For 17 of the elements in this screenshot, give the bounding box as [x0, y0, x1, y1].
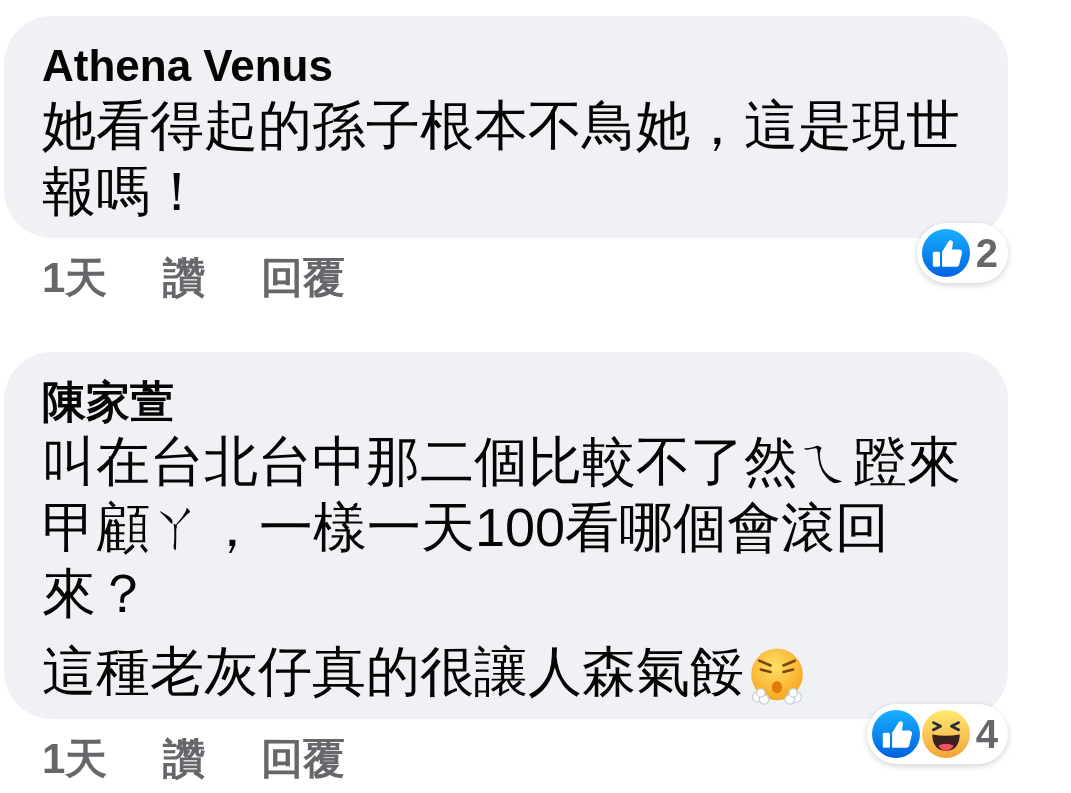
- comment-text: 叫在台北台中那二個比較不了然ㄟ蹬來甲顧ㄚ，一樣一天100看哪個會滾回來？: [42, 430, 962, 625]
- timestamp: 1天: [42, 736, 108, 781]
- laughing-face-icon: [921, 709, 970, 758]
- huffing-face-icon: [748, 646, 806, 705]
- reactions-button[interactable]: 4: [866, 703, 1008, 764]
- action-link[interactable]: 回覆: [261, 736, 346, 781]
- reactions-button[interactable]: 2: [916, 223, 1008, 283]
- action-link[interactable]: 回覆: [261, 256, 346, 300]
- thumbs-up-icon: [921, 229, 970, 277]
- comment-text: 這種老灰仔真的很讓人森氣餒: [42, 641, 744, 701]
- timestamp: 1天: [42, 256, 108, 300]
- action-link[interactable]: 讚: [163, 736, 206, 781]
- action-link[interactable]: 讚: [163, 256, 206, 300]
- author-name[interactable]: Athena Venus: [42, 40, 970, 92]
- thumbs-up-icon: [871, 709, 920, 758]
- author-name[interactable]: 陳家萱: [42, 376, 970, 428]
- comment-text: 她看得起的孫子根本不鳥她，這是現世報嗎！: [42, 94, 961, 223]
